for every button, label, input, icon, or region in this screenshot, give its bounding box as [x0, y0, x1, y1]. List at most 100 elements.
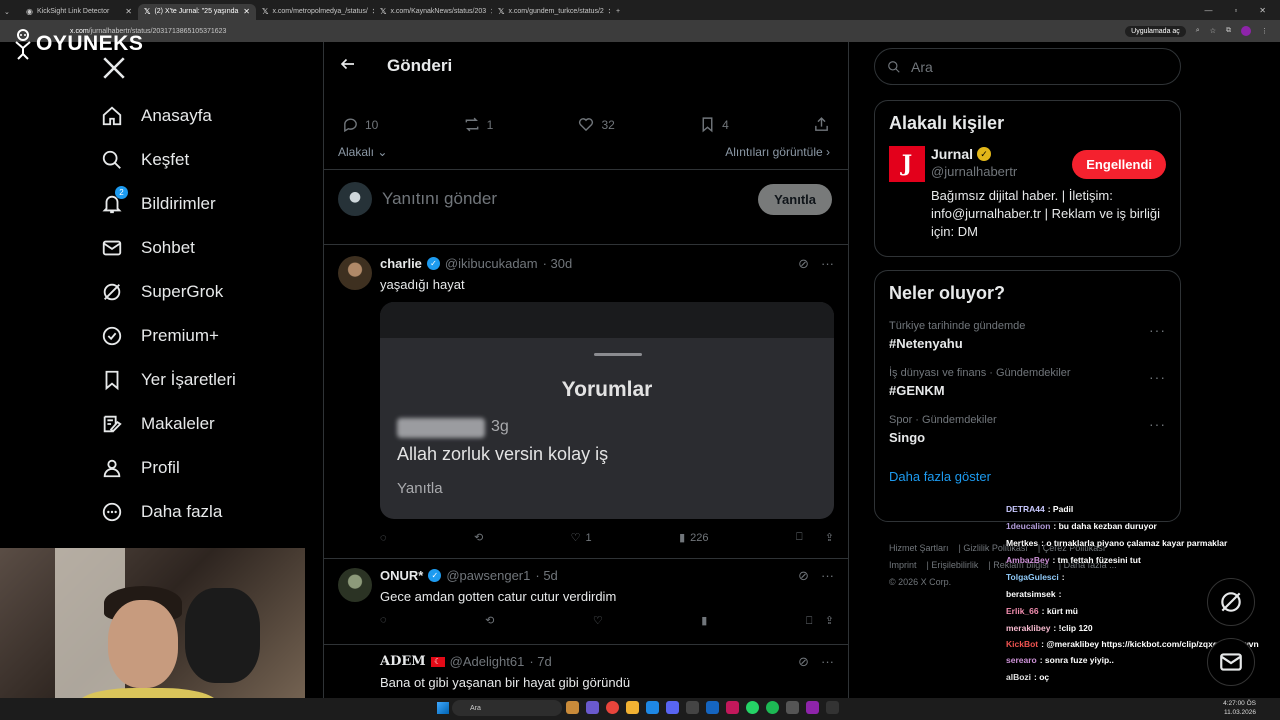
sidebar-item-home[interactable]: Anasayfa: [100, 94, 236, 138]
tab-menu-icon[interactable]: ⌄: [4, 8, 10, 16]
browser-tab[interactable]: 𝕏x.com/gundem_turkce/status/2✕: [492, 4, 610, 20]
footer-link[interactable]: Imprint: [889, 560, 917, 570]
avatar[interactable]: [338, 568, 372, 602]
author-handle[interactable]: @ikibucukadam: [445, 256, 538, 271]
browser-tab[interactable]: 𝕏x.com/metropolmedya_/status/✕: [256, 4, 374, 20]
bookmark-icon[interactable]: ⎕: [806, 615, 813, 627]
reply-input[interactable]: Yanıtını gönder: [382, 189, 748, 209]
repost-count-button[interactable]: 1: [463, 116, 493, 133]
x-logo-icon[interactable]: [101, 55, 127, 81]
related-person[interactable]: J Jurnal ✓ @jurnalhabertr Bağımsız dijita…: [875, 134, 1180, 253]
trend-item[interactable]: Türkiye tarihinde gündemde #Netenyahu ··…: [875, 320, 1180, 351]
more-options-icon[interactable]: ···: [1149, 322, 1166, 338]
minimize-icon[interactable]: —: [1204, 6, 1212, 15]
browser-menu-icon[interactable]: ⋮: [1261, 27, 1268, 35]
close-tab-icon[interactable]: ✕: [243, 7, 250, 16]
sidebar-item-premium[interactable]: Premium+: [100, 314, 236, 358]
more-options-icon[interactable]: ···: [1149, 369, 1166, 385]
trend-item[interactable]: Spor · Gündemdekiler Singo ···: [875, 414, 1180, 445]
author-name[interactable]: ADEM: [380, 654, 426, 669]
reply-count-button[interactable]: 10: [342, 116, 378, 133]
sidebar-item-chat[interactable]: Sohbet: [100, 226, 236, 270]
windows-start-icon[interactable]: [437, 702, 449, 714]
more-options-icon[interactable]: ···: [821, 654, 834, 670]
extensions-icon[interactable]: ⧉: [1226, 27, 1231, 35]
profile-avatar-icon[interactable]: [1241, 26, 1251, 36]
trend-item[interactable]: İş dünyası ve finans · Gündemdekiler #GE…: [875, 367, 1180, 398]
maximize-icon[interactable]: ▫: [1234, 6, 1237, 15]
blocked-button[interactable]: Engellendi: [1072, 150, 1166, 179]
bookmark-icon[interactable]: ⎕: [796, 531, 803, 544]
author-handle[interactable]: @pawsenger1: [446, 568, 530, 583]
whatsapp-icon[interactable]: [746, 701, 759, 714]
new-tab-button[interactable]: +: [610, 4, 630, 20]
reply-icon[interactable]: ◌: [380, 614, 387, 628]
views-button[interactable]: ▮ 226: [679, 531, 708, 545]
timestamp[interactable]: · 30d: [543, 256, 573, 271]
open-in-app-button[interactable]: Uygulamada aç: [1125, 25, 1186, 37]
taskbar-clock[interactable]: 4:27:00 ÖS 11.03.2026: [1223, 699, 1256, 717]
more-options-icon[interactable]: ···: [1149, 416, 1166, 432]
more-options-icon[interactable]: ···: [821, 256, 834, 272]
like-count-button[interactable]: 32: [577, 116, 615, 133]
heart-icon[interactable]: ♡: [593, 614, 603, 628]
footer-link[interactable]: Erişilebilirlik: [931, 560, 978, 570]
repost-button[interactable]: ⟲: [474, 531, 483, 544]
grok-icon[interactable]: ⊘: [798, 568, 809, 584]
browser-tab[interactable]: 𝕏x.com/KaynakNews/status/203✕: [374, 4, 492, 20]
views-icon[interactable]: ▮: [701, 614, 707, 628]
author-handle[interactable]: @Adelight61: [450, 654, 525, 669]
app-icon[interactable]: [686, 701, 699, 714]
tweet-media-image[interactable]: Yorumlar 3g Allah zorluk versin kolay iş…: [380, 302, 834, 519]
sidebar-item-explore[interactable]: Keşfet: [100, 138, 236, 182]
messages-fab-button[interactable]: [1207, 638, 1255, 686]
sidebar-item-supergrok[interactable]: SuperGrok: [100, 270, 236, 314]
star-icon[interactable]: ☆: [1210, 27, 1216, 35]
share-button[interactable]: [813, 116, 830, 133]
timestamp[interactable]: · 7d: [529, 654, 551, 669]
grok-icon[interactable]: ⊘: [798, 256, 809, 272]
search-input[interactable]: Ara: [874, 48, 1181, 85]
show-more-link[interactable]: Daha fazla göster: [875, 469, 1180, 484]
browser-tab-active[interactable]: 𝕏 (2) X'te Jurnal: "25 yaşında ✕: [138, 3, 256, 20]
bookmark-count-button[interactable]: 4: [699, 116, 729, 133]
app-icon[interactable]: [706, 701, 719, 714]
repost-icon[interactable]: ⟲: [485, 614, 494, 628]
reply-button[interactable]: ◌: [380, 531, 387, 544]
app-icon[interactable]: [806, 701, 819, 714]
avatar[interactable]: [338, 256, 372, 290]
sidebar-item-bookmarks[interactable]: Yer İşaretleri: [100, 358, 236, 402]
avatar[interactable]: [338, 654, 372, 688]
browser-tab[interactable]: ◉ KickSight Link Detector ✕: [20, 4, 138, 20]
chrome-icon[interactable]: [606, 701, 619, 714]
sidebar-item-more[interactable]: Daha fazla: [100, 490, 236, 534]
back-arrow-icon[interactable]: [339, 55, 357, 78]
timestamp[interactable]: · 5d: [535, 568, 557, 583]
discord-icon[interactable]: [666, 701, 679, 714]
footer-link[interactable]: Hizmet Şartları: [889, 543, 949, 553]
view-quotes-link[interactable]: Alıntıları görüntüle ›: [725, 145, 830, 159]
sidebar-item-notifications[interactable]: 2 Bildirimler: [100, 182, 236, 226]
app-icon[interactable]: [826, 701, 839, 714]
grok-icon[interactable]: ⊘: [798, 654, 809, 670]
widgets-icon[interactable]: [566, 701, 579, 714]
mail-app-icon[interactable]: [646, 701, 659, 714]
sort-dropdown[interactable]: Alakalı ⌄: [338, 145, 387, 159]
copilot-icon[interactable]: [586, 701, 599, 714]
zoom-icon[interactable]: ⌕: [1196, 27, 1200, 35]
close-window-icon[interactable]: ✕: [1259, 6, 1266, 15]
sidebar-item-profile[interactable]: Profil: [100, 446, 236, 490]
app-icon[interactable]: [786, 701, 799, 714]
sidebar-item-articles[interactable]: Makaleler: [100, 402, 236, 446]
reply-submit-button[interactable]: Yanıtla: [758, 183, 832, 215]
spotify-icon[interactable]: [766, 701, 779, 714]
author-name[interactable]: charlie: [380, 256, 422, 271]
like-button[interactable]: ♡ 1: [571, 531, 592, 545]
share-icon[interactable]: ⇪: [825, 615, 834, 627]
close-tab-icon[interactable]: ✕: [125, 7, 132, 16]
app-icon[interactable]: [726, 701, 739, 714]
share-icon[interactable]: ⇪: [825, 531, 834, 544]
browser-tab[interactable]: ⌄: [0, 4, 20, 20]
explorer-icon[interactable]: [626, 701, 639, 714]
taskbar-search[interactable]: Ara: [452, 700, 562, 716]
